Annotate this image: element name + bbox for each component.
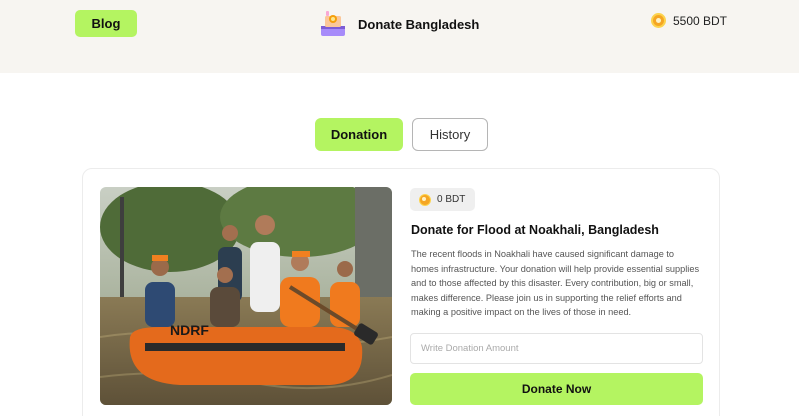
blog-button[interactable]: Blog <box>75 10 137 37</box>
coin-icon <box>419 193 431 206</box>
header: Blog Donate Bangladesh 5500 BDT <box>0 0 799 73</box>
balance-display: 5500 BDT <box>650 13 727 28</box>
donate-now-button[interactable]: Donate Now <box>410 373 703 405</box>
donated-amount-badge: 0 BDT <box>410 188 476 211</box>
flood-rescue-photo: NDRF <box>100 187 392 405</box>
svg-text:NDRF: NDRF <box>170 322 209 338</box>
tab-donation[interactable]: Donation <box>315 118 403 151</box>
card-description: The recent floods in Noakhali have cause… <box>411 249 700 317</box>
donation-card: NDRF 0 BDT Donate for Flood at Noakhali,… <box>82 168 720 416</box>
brand-title: Donate Bangladesh <box>358 16 480 32</box>
card-title: Donate for Flood at Noakhali, Bangladesh <box>411 223 659 237</box>
balance-amount: 5500 BDT <box>672 13 727 28</box>
brand[interactable]: Donate Bangladesh <box>318 10 479 38</box>
donation-amount-input[interactable] <box>410 333 703 364</box>
donated-amount: 0 BDT <box>437 194 466 205</box>
donation-box-icon <box>318 10 348 38</box>
tab-history[interactable]: History <box>412 118 488 151</box>
tab-bar: Donation History <box>315 118 488 151</box>
coin-icon <box>650 13 666 28</box>
